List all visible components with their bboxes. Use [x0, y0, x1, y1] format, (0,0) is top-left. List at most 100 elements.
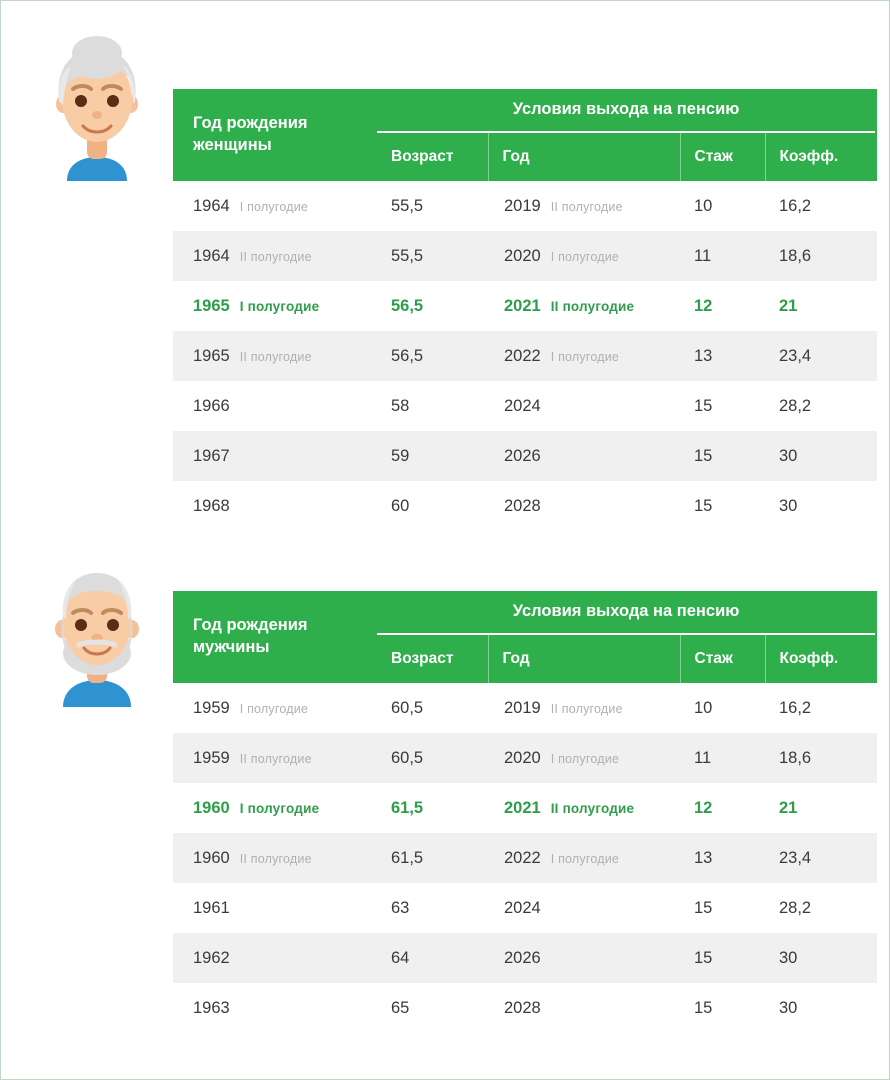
cell-birth-year-value: 1960: [193, 848, 230, 867]
cell-retirement-year: 2024: [488, 883, 680, 933]
cell-age: 56,5: [375, 281, 488, 331]
cell-birth-year-value: 1962: [193, 948, 230, 967]
cell-experience-value: 15: [694, 998, 713, 1017]
cell-birth-year-half-period: II полугодие: [239, 249, 312, 264]
cell-birth-year-half-period: I полугодие: [239, 199, 309, 214]
table-row: 1960 II полугодие 61,5 2022 I полугодие 13 23,…: [173, 833, 878, 883]
table-row: 1962 64 2026 15 30: [173, 933, 878, 983]
cell-experience-value: 11: [694, 246, 712, 265]
header-col-year: Год: [487, 635, 680, 683]
cell-experience-value: 10: [694, 698, 713, 717]
cell-birth-year: 1960 I полугодие: [173, 783, 375, 833]
cell-age: 59: [375, 431, 488, 481]
cell-birth-year-half-period: II полугодие: [239, 851, 312, 866]
cell-experience-value: 11: [694, 748, 712, 767]
cell-coefficient-value: 16,2: [779, 196, 812, 215]
cell-birth-year-value: 1964: [193, 196, 230, 215]
cell-retirement-year: 2028: [488, 983, 680, 1033]
cell-retirement-year-half-period: II полугодие: [550, 298, 635, 314]
cell-coefficient-value: 21: [779, 798, 798, 817]
cell-experience-value: 10: [694, 196, 713, 215]
table-row: 1965 I полугодие 56,5 2021 II полугодие 12 21: [173, 281, 878, 331]
cell-coefficient: 16,2: [765, 181, 878, 231]
men-retirement-section: Год рождения мужчины Условия выхода на п…: [1, 499, 890, 1033]
cell-birth-year-half-period: II полугодие: [239, 349, 312, 364]
cell-retirement-year-value: 2022: [504, 848, 541, 867]
table-row: 1960 I полугодие 61,5 2021 II полугодие 12 21: [173, 783, 878, 833]
cell-experience: 15: [680, 933, 765, 983]
header-retirement-conditions: Условия выхода на пенсию: [375, 89, 878, 133]
cell-retirement-year: 2022 I полугодие: [488, 833, 680, 883]
header-col-coefficient: Коэфф.: [764, 635, 878, 683]
table-row: 1961 63 2024 15 28,2: [173, 883, 878, 933]
cell-birth-year: 1965 I полугодие: [173, 281, 375, 331]
cell-age-value: 60,5: [391, 698, 424, 717]
cell-birth-year-value: 1966: [193, 396, 230, 415]
cell-age-value: 61,5: [391, 848, 424, 867]
cell-birth-year-value: 1960: [193, 798, 230, 817]
cell-retirement-year: 2020 I полугодие: [488, 231, 680, 281]
cell-age-value: 59: [391, 446, 410, 465]
cell-age: 55,5: [375, 181, 488, 231]
cell-age: 61,5: [375, 783, 488, 833]
pension-retirement-table-page: Год рождения женщины Условия выхода на п…: [0, 0, 890, 1080]
cell-age: 61,5: [375, 833, 488, 883]
header-birth-year-line2: мужчины: [193, 638, 270, 656]
cell-experience-value: 15: [694, 396, 713, 415]
cell-experience: 15: [680, 883, 765, 933]
cell-retirement-year: 2022 I полугодие: [488, 331, 680, 381]
cell-birth-year-half-period: I полугодие: [239, 701, 309, 716]
table-row: 1965 II полугодие 56,5 2022 I полугодие 13 23,…: [173, 331, 878, 381]
cell-experience: 11: [680, 733, 765, 783]
cell-experience-value: 15: [694, 446, 713, 465]
cell-retirement-year: 2020 I полугодие: [488, 733, 680, 783]
cell-retirement-year-value: 2026: [504, 446, 541, 465]
cell-retirement-year-value: 2019: [504, 698, 541, 717]
cell-experience: 12: [680, 281, 765, 331]
cell-coefficient: 30: [765, 933, 878, 983]
cell-coefficient-value: 18,6: [779, 246, 812, 265]
header-col-coefficient: Коэфф.: [764, 133, 878, 181]
cell-retirement-year-value: 2021: [504, 798, 541, 817]
cell-coefficient-value: 23,4: [779, 848, 812, 867]
cell-experience: 10: [680, 181, 765, 231]
women-table-head: Год рождения женщины Условия выхода на п…: [173, 89, 878, 181]
header-divider-rule: [377, 633, 876, 635]
cell-retirement-year: 2024: [488, 381, 680, 431]
header-row-top: Год рождения женщины Условия выхода на п…: [173, 89, 878, 181]
cell-retirement-year-half-period: II полугодие: [550, 701, 623, 716]
cell-retirement-year-value: 2022: [504, 346, 541, 365]
cell-coefficient: 18,6: [765, 733, 878, 783]
men-table-wrapper: Год рождения мужчины Условия выхода на п…: [1, 591, 890, 1033]
table-row: 1967 59 2026 15 30: [173, 431, 878, 481]
cell-birth-year-value: 1967: [193, 446, 230, 465]
cell-retirement-year-value: 2024: [504, 396, 541, 415]
cell-retirement-year-value: 2019: [504, 196, 541, 215]
cell-age: 60,5: [375, 733, 488, 783]
cell-coefficient: 21: [765, 281, 878, 331]
cell-birth-year: 1960 II полугодие: [173, 833, 375, 883]
cell-age-value: 65: [391, 998, 410, 1017]
cell-birth-year-value: 1964: [193, 246, 230, 265]
cell-retirement-year-half-period: I полугодие: [550, 751, 620, 766]
cell-experience: 15: [680, 983, 765, 1033]
cell-age-value: 55,5: [391, 246, 424, 265]
header-birth-year-line2: женщины: [193, 136, 272, 154]
header-birth-year-line1: Год рождения: [193, 616, 308, 635]
cell-retirement-year: 2021 II полугодие: [488, 281, 680, 331]
header-birth-year-line1: Год рождения: [193, 114, 308, 133]
cell-birth-year: 1963: [173, 983, 375, 1033]
cell-experience: 13: [680, 331, 765, 381]
table-row: 1959 II полугодие 60,5 2020 I полугодие 11 18,…: [173, 733, 878, 783]
cell-retirement-year-value: 2024: [504, 898, 541, 917]
cell-retirement-year-half-period: I полугодие: [550, 349, 620, 364]
cell-birth-year: 1961: [173, 883, 375, 933]
cell-age: 60,5: [375, 683, 488, 733]
header-retirement-conditions: Условия выхода на пенсию: [375, 591, 878, 635]
cell-birth-year-value: 1965: [193, 296, 230, 315]
cell-experience-value: 13: [694, 346, 713, 365]
cell-birth-year: 1962: [173, 933, 375, 983]
cell-birth-year: 1964 II полугодие: [173, 231, 375, 281]
cell-coefficient-value: 28,2: [779, 396, 812, 415]
cell-age: 58: [375, 381, 488, 431]
